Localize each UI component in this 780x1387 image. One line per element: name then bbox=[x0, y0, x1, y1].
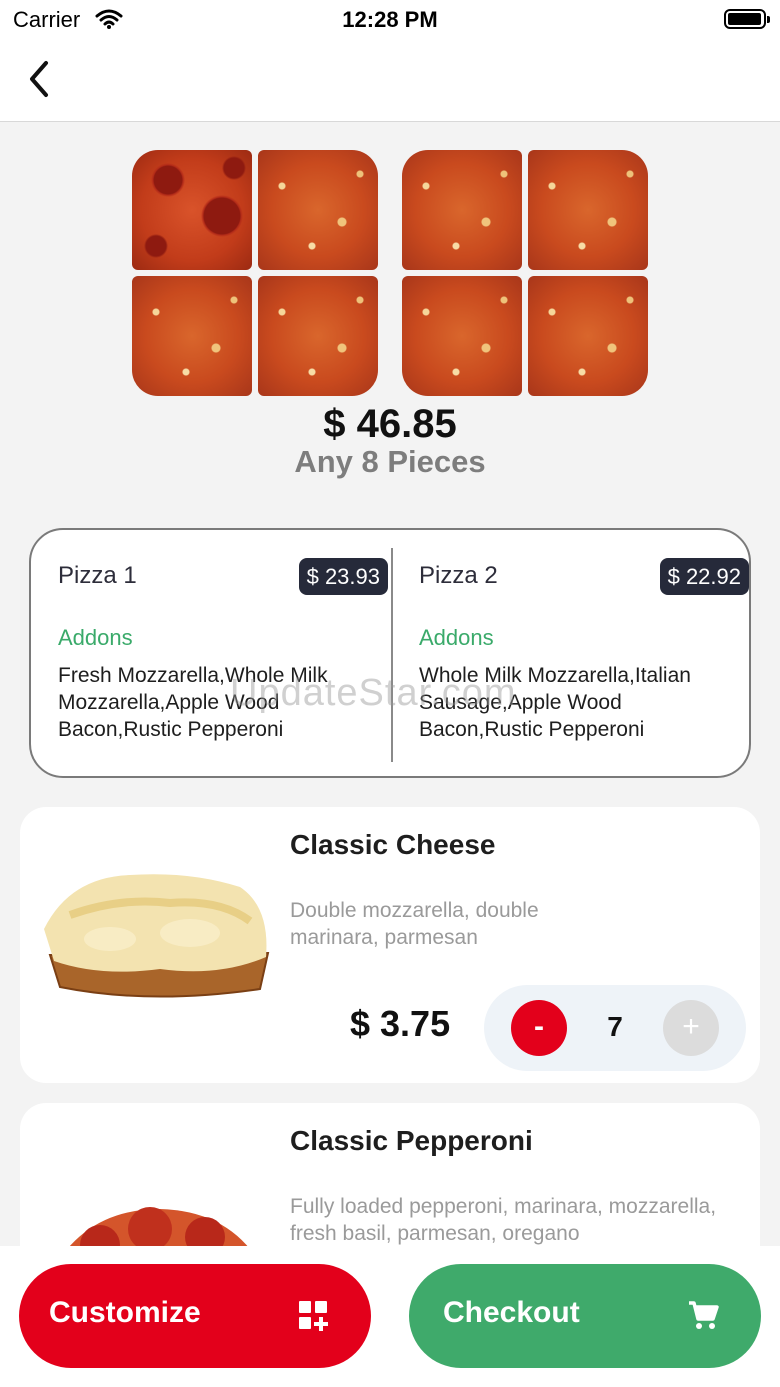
quantity-value: 7 bbox=[607, 1011, 623, 1042]
quantity-stepper: - 7 + bbox=[484, 985, 746, 1071]
bottom-action-bar: Customize Checkout bbox=[0, 1246, 780, 1387]
cart-icon bbox=[687, 1299, 719, 1336]
addons-list: Whole Milk Mozzarella,Italian Sausage,Ap… bbox=[419, 664, 691, 741]
chevron-left-icon bbox=[30, 61, 48, 97]
product-description: Double mozzarella, double marinara, parm… bbox=[290, 899, 539, 949]
checkout-button[interactable]: Checkout bbox=[409, 1264, 761, 1368]
pizza-slice-image bbox=[402, 276, 522, 396]
status-time: 12:28 PM bbox=[342, 7, 438, 32]
back-button[interactable] bbox=[14, 54, 64, 104]
status-bar: Carrier 12:28 PM bbox=[0, 0, 780, 40]
summary-divider bbox=[391, 548, 393, 762]
pizza-slice-image bbox=[132, 276, 252, 396]
pizza-name: Pizza 2 bbox=[419, 562, 498, 589]
pizza-slice-image bbox=[132, 150, 252, 270]
product-description: Fully loaded pepperoni, marinara, mozzar… bbox=[290, 1195, 717, 1245]
pizza-slice-image bbox=[528, 276, 648, 396]
checkout-label: Checkout bbox=[443, 1296, 580, 1329]
addons-list: Fresh Mozzarella,Whole Milk Mozzarella,A… bbox=[58, 664, 328, 741]
navigation-bar bbox=[0, 40, 780, 122]
pizza-slice-image bbox=[258, 150, 378, 270]
pizza-1-summary: Pizza 1 $ 23.93 Addons Fresh Mozzarella,… bbox=[58, 530, 388, 776]
decrease-quantity-button[interactable]: - bbox=[511, 1000, 567, 1056]
battery-icon bbox=[724, 9, 770, 29]
pizza-1-preview bbox=[132, 150, 378, 396]
pizza-2-summary: Pizza 2 $ 22.92 Addons Whole Milk Mozzar… bbox=[419, 530, 749, 776]
customize-label: Customize bbox=[49, 1296, 201, 1329]
customize-button[interactable]: Customize bbox=[19, 1264, 371, 1368]
pizza-price-badge: $ 23.93 bbox=[298, 558, 388, 595]
pizza-slice-image bbox=[402, 150, 522, 270]
order-pieces-label: Any 8 Pieces bbox=[294, 444, 486, 479]
product-title: Classic Pepperoni bbox=[290, 1125, 533, 1156]
order-total-price: $ 46.85 bbox=[323, 402, 457, 446]
order-summary-card: Pizza 1 $ 23.93 Addons Fresh Mozzarella,… bbox=[29, 528, 751, 778]
product-price: $ 3.75 bbox=[350, 1003, 451, 1044]
pizza-slice-image bbox=[258, 276, 378, 396]
grid-plus-icon bbox=[297, 1299, 329, 1336]
addons-heading: Addons bbox=[419, 625, 494, 650]
pizza-price-badge: $ 22.92 bbox=[659, 558, 749, 595]
product-title: Classic Cheese bbox=[290, 829, 496, 860]
pizza-name: Pizza 1 bbox=[58, 562, 137, 589]
increase-quantity-button[interactable]: + bbox=[663, 1000, 719, 1056]
product-card[interactable]: Classic Cheese Double mozzarella, double… bbox=[20, 807, 760, 1083]
classic-cheese-image bbox=[44, 874, 270, 998]
pizza-2-preview bbox=[402, 150, 648, 396]
addons-heading: Addons bbox=[58, 625, 133, 650]
pizza-slice-image bbox=[528, 150, 648, 270]
